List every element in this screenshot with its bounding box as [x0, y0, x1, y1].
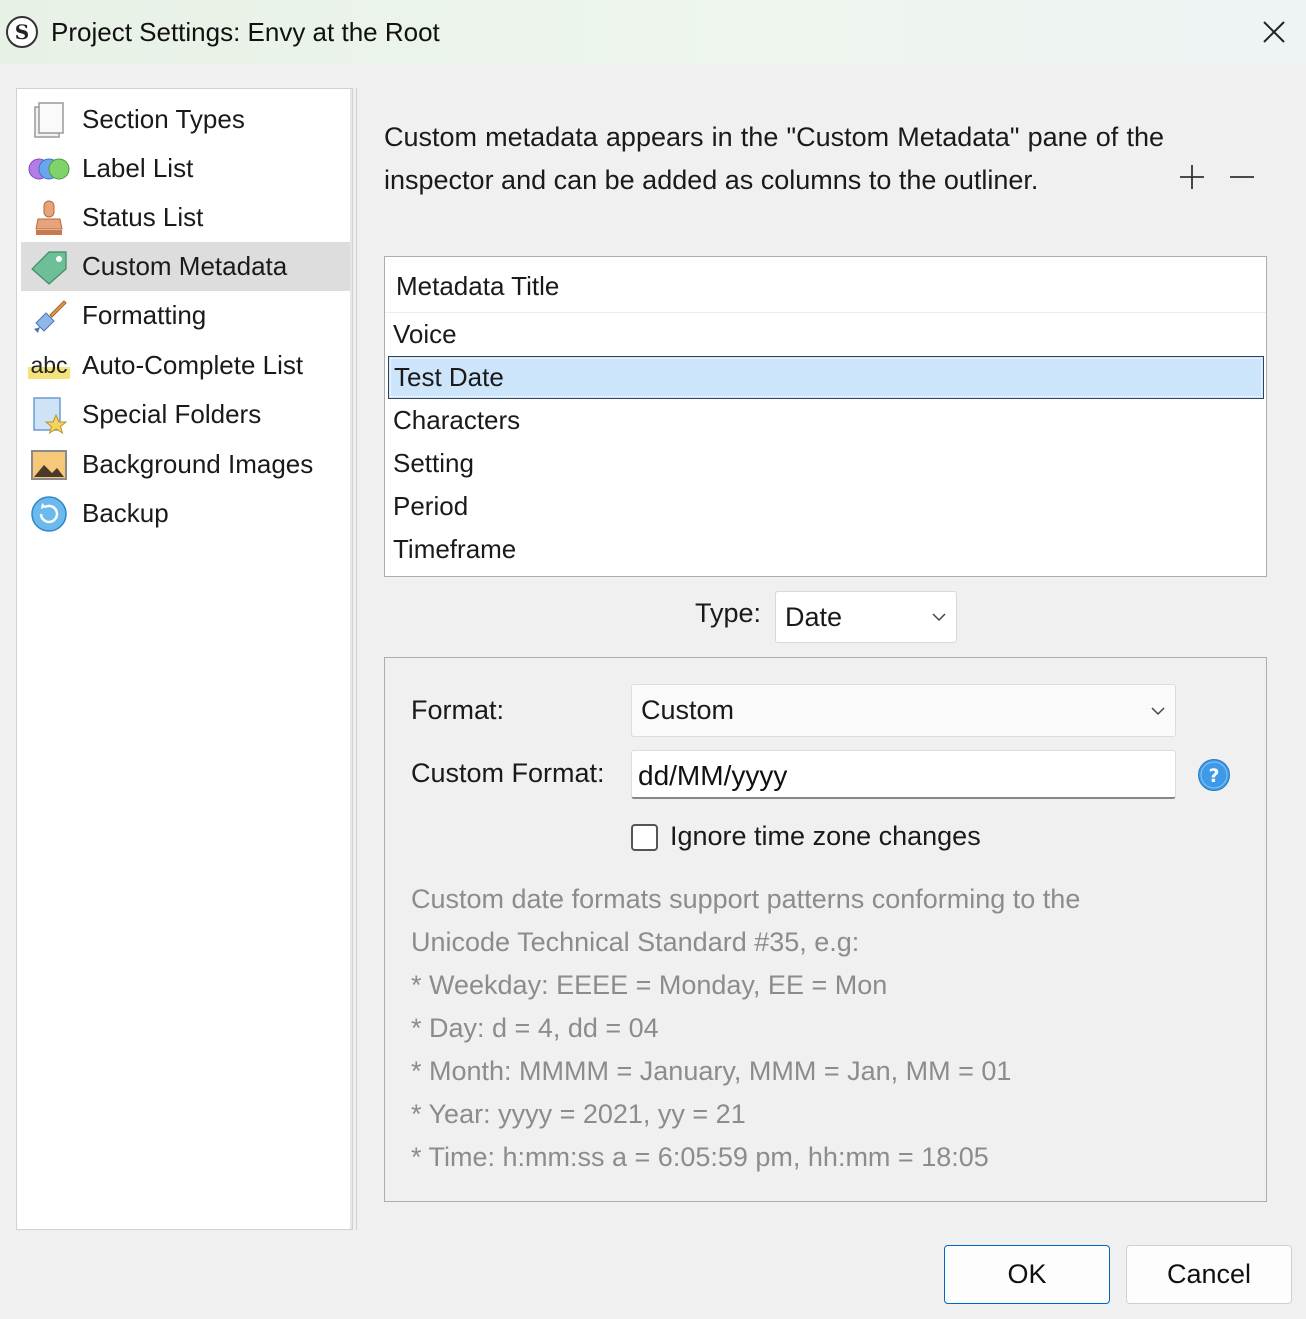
cancel-button[interactable]: Cancel — [1126, 1245, 1292, 1304]
table-row[interactable]: Setting — [388, 442, 1264, 485]
minus-icon — [1230, 176, 1254, 178]
custom-format-input[interactable] — [631, 750, 1176, 799]
hint-line: * Day: d = 4, dd = 04 — [411, 1013, 659, 1043]
type-dropdown[interactable]: Date — [775, 591, 957, 643]
section-types-icon — [21, 95, 77, 144]
sidebar-item-label: Background Images — [82, 449, 314, 479]
sidebar-item-label: Section Types — [82, 104, 245, 134]
close-icon — [1263, 21, 1285, 43]
sidebar-item-label: Status List — [82, 202, 204, 232]
background-image-icon — [21, 440, 77, 489]
table-row[interactable]: Timeframe — [388, 528, 1264, 571]
hint-line: * Time: h:mm:ss a = 6:05:59 pm, hh:mm = … — [411, 1142, 989, 1172]
hint-line: Unicode Technical Standard #35, e.g: — [411, 927, 860, 957]
sidebar-item-auto-complete-list[interactable]: abc Auto-Complete List — [21, 341, 350, 390]
sidebar-item-formatting[interactable]: Formatting — [21, 291, 350, 340]
backup-icon — [21, 489, 77, 538]
custom-format-label: Custom Format: — [411, 758, 605, 788]
sidebar-item-label: Special Folders — [82, 399, 262, 429]
custom-metadata-panel: Custom metadata appears in the "Custom M… — [356, 88, 1292, 1230]
ok-button[interactable]: OK — [944, 1245, 1110, 1304]
special-folder-star-icon — [21, 390, 77, 439]
format-label: Format: — [411, 695, 505, 725]
sidebar-item-background-images[interactable]: Background Images — [21, 440, 350, 489]
sidebar-item-status-list[interactable]: Status List — [21, 193, 350, 242]
hint-line: Custom date formats support patterns con… — [411, 884, 1081, 914]
type-value: Date — [785, 601, 843, 632]
format-dropdown[interactable]: Custom — [631, 684, 1176, 737]
label-list-icon — [21, 144, 77, 193]
formatting-brush-icon — [21, 291, 77, 340]
title-bar: S Project Settings: Envy at the Root — [0, 0, 1306, 64]
plus-icon — [1180, 165, 1204, 189]
date-options-group: Format: Custom Custom Format: ? Ignore t… — [384, 657, 1267, 1202]
metadata-table: Metadata Title Voice Test Date Character… — [384, 256, 1267, 577]
settings-sidebar: Section Types Label List Status List Cus… — [16, 88, 353, 1230]
status-stamp-icon — [21, 193, 77, 242]
sidebar-item-special-folders[interactable]: Special Folders — [21, 390, 350, 439]
close-button[interactable] — [1252, 10, 1296, 54]
help-button[interactable]: ? — [1197, 758, 1231, 792]
sidebar-item-label-list[interactable]: Label List — [21, 144, 350, 193]
sidebar-item-label: Label List — [82, 153, 194, 183]
abc-icon: abc — [21, 341, 77, 390]
table-row[interactable]: Voice — [388, 313, 1264, 356]
abc-icon-text: abc — [28, 352, 70, 379]
svg-text:?: ? — [1208, 765, 1219, 787]
sidebar-item-section-types[interactable]: Section Types — [21, 95, 350, 144]
format-value: Custom — [641, 695, 735, 725]
scrivener-app-icon: S — [6, 16, 38, 48]
sidebar-item-label: Custom Metadata — [82, 251, 288, 281]
table-row-selected[interactable]: Test Date — [388, 356, 1264, 399]
ignore-timezone-checkbox[interactable] — [631, 824, 658, 851]
hint-line: * Weekday: EEEE = Monday, EE = Mon — [411, 970, 888, 1000]
hint-line: * Month: MMMM = January, MMM = Jan, MM =… — [411, 1056, 1012, 1086]
sidebar-item-label: Formatting — [82, 300, 207, 330]
chevron-down-icon — [932, 613, 946, 622]
column-header-metadata-title[interactable]: Metadata Title — [385, 257, 1266, 313]
table-row[interactable]: Period — [388, 485, 1264, 528]
type-label: Type: — [695, 598, 762, 628]
help-icon: ? — [1198, 759, 1230, 791]
remove-metadata-button[interactable] — [1225, 160, 1259, 194]
description-text: Custom metadata appears in the "Custom M… — [384, 122, 1164, 195]
sidebar-item-label: Auto-Complete List — [82, 350, 304, 380]
sidebar-item-custom-metadata[interactable]: Custom Metadata — [21, 242, 350, 291]
hint-line: * Year: yyyy = 2021, yy = 21 — [411, 1099, 746, 1129]
ignore-timezone-label[interactable]: Ignore time zone changes — [670, 821, 981, 852]
window-title: Project Settings: Envy at the Root — [51, 16, 440, 47]
table-row[interactable]: Characters — [388, 399, 1264, 442]
sidebar-item-label: Backup — [82, 498, 169, 528]
app-icon-letter: S — [14, 20, 30, 44]
format-hint-text: Custom date formats support patterns con… — [411, 878, 1191, 1179]
metadata-tag-icon — [21, 242, 77, 291]
sidebar-item-backup[interactable]: Backup — [21, 489, 350, 538]
chevron-down-icon — [1151, 706, 1165, 715]
add-metadata-button[interactable] — [1175, 160, 1209, 194]
